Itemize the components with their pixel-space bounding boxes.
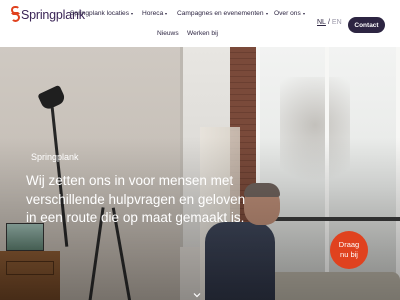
hero-headline: Wij zetten ons in voor mensen met versch… (26, 172, 326, 228)
nav-item-springplank-locaties[interactable]: Springplank locaties (70, 10, 134, 17)
chevron-down-icon (302, 12, 305, 15)
nav-item-over-ons[interactable]: Over ons (274, 10, 305, 17)
donate-button-line: nu bij (340, 250, 358, 259)
nav-item-nieuws[interactable]: Nieuws (157, 30, 179, 37)
nav-item-campagnes[interactable]: Campagnes en evenementen (177, 10, 268, 17)
chevron-down-icon[interactable] (193, 291, 201, 299)
hero-label: Springplank (31, 152, 79, 162)
chevron-down-icon (131, 12, 134, 15)
donate-button-line: Draag (338, 240, 360, 249)
nav-item-werken-bij[interactable]: Werken bij (187, 30, 218, 37)
contact-button[interactable]: Contact (348, 17, 385, 33)
lang-separator: / (327, 19, 330, 26)
hero-headline-line: verschillende hulpvragen en geloven (26, 191, 246, 207)
hero-headline-line: Wij zetten ons in voor mensen met (26, 173, 234, 188)
chevron-down-icon (165, 12, 168, 15)
donate-button[interactable]: Draag nu bij (330, 231, 368, 269)
site-header: Springplank Springplank locaties Horeca … (0, 0, 400, 47)
logo-s-icon (11, 6, 20, 22)
lang-nl[interactable]: NL (317, 19, 326, 26)
lang-en[interactable]: EN (332, 19, 342, 26)
language-switcher: NL / EN (317, 19, 342, 26)
chevron-down-icon (265, 12, 268, 15)
nav-item-horeca[interactable]: Horeca (142, 10, 168, 17)
hero-headline-line: in een route die op maat gemaakt is. (26, 210, 245, 225)
